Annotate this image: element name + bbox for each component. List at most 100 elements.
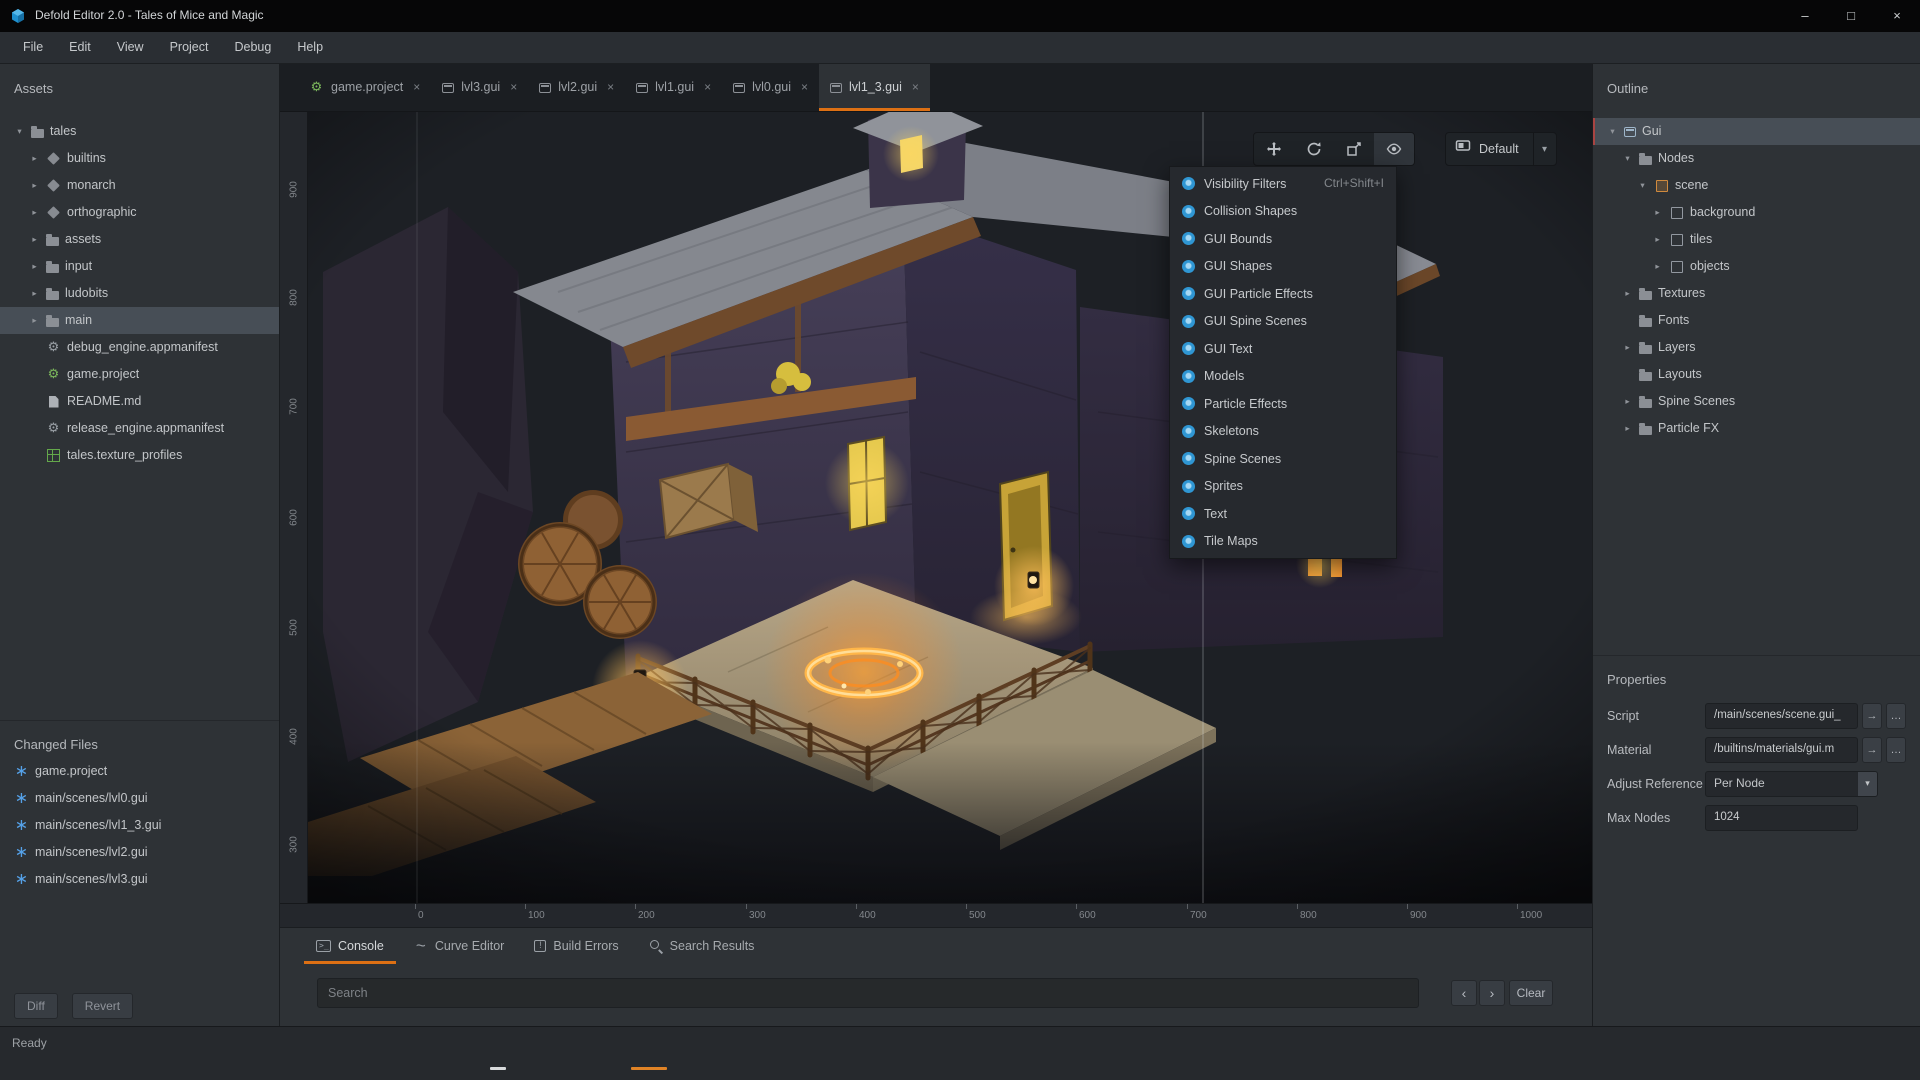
layout-select[interactable]: Default ▾: [1445, 132, 1557, 166]
outline-tree-item[interactable]: ▸ Spine Scenes: [1593, 388, 1920, 415]
editor-tab[interactable]: game.project ×: [298, 64, 431, 111]
editor-tab[interactable]: lvl1_3.gui ×: [819, 64, 930, 111]
expander-icon[interactable]: ▸: [29, 153, 40, 164]
visibility-filter-item[interactable]: GUI Bounds: [1170, 225, 1396, 253]
menu-item[interactable]: Debug: [221, 32, 284, 63]
visibility-filters-header-item[interactable]: Visibility Filters Ctrl+Shift+I: [1170, 170, 1396, 198]
search-prev-button[interactable]: ‹: [1451, 980, 1477, 1006]
toggle-on-icon[interactable]: [1182, 260, 1195, 273]
menu-item[interactable]: File: [10, 32, 56, 63]
asset-tree-item[interactable]: game.project: [0, 361, 279, 388]
outline-tree-item[interactable]: ▸ objects: [1593, 253, 1920, 280]
expander-icon[interactable]: ▸: [29, 315, 40, 326]
expander-icon[interactable]: ▾: [1607, 126, 1618, 137]
editor-tab[interactable]: lvl3.gui ×: [431, 64, 528, 111]
visibility-filters-button[interactable]: [1374, 133, 1414, 165]
bottom-tab[interactable]: Build Errors: [522, 928, 630, 964]
search-next-button[interactable]: ›: [1479, 980, 1505, 1006]
visibility-filter-item[interactable]: Particle Effects: [1170, 390, 1396, 418]
console-search-input[interactable]: [317, 978, 1419, 1008]
expander-icon[interactable]: ▸: [1652, 261, 1663, 272]
expander-icon[interactable]: ▾: [1637, 180, 1648, 191]
revert-button[interactable]: Revert: [72, 993, 133, 1019]
toggle-on-icon[interactable]: [1182, 507, 1195, 520]
max-nodes-field[interactable]: 1024: [1705, 805, 1858, 831]
changed-file-item[interactable]: main/scenes/lvl3.gui: [0, 866, 279, 893]
scale-tool-button[interactable]: [1334, 133, 1374, 165]
script-browse-resource-button[interactable]: …: [1886, 703, 1906, 729]
toggle-on-icon[interactable]: [1182, 177, 1195, 190]
asset-tree-item[interactable]: ▸ ludobits: [0, 280, 279, 307]
toggle-on-icon[interactable]: [1182, 397, 1195, 410]
diff-button[interactable]: Diff: [14, 993, 58, 1019]
changed-file-item[interactable]: game.project: [0, 758, 279, 785]
asset-tree-item[interactable]: ▸ monarch: [0, 172, 279, 199]
expander-icon[interactable]: ▸: [1622, 396, 1633, 407]
expander-icon[interactable]: ▸: [29, 288, 40, 299]
asset-tree-item[interactable]: ▾ tales: [0, 118, 279, 145]
asset-tree-item[interactable]: ▸ orthographic: [0, 199, 279, 226]
visibility-filter-item[interactable]: Spine Scenes: [1170, 445, 1396, 473]
move-tool-button[interactable]: [1254, 133, 1294, 165]
expander-icon[interactable]: ▸: [1622, 342, 1633, 353]
expander-icon[interactable]: ▸: [29, 261, 40, 272]
tab-close-icon[interactable]: ×: [413, 80, 420, 96]
expander-icon[interactable]: ▸: [29, 180, 40, 191]
asset-tree-item[interactable]: ▸ main: [0, 307, 279, 334]
asset-tree-item[interactable]: release_engine.appmanifest: [0, 415, 279, 442]
script-open-resource-button[interactable]: →: [1862, 703, 1882, 729]
visibility-filter-item[interactable]: GUI Spine Scenes: [1170, 308, 1396, 336]
outline-tree-item[interactable]: ▾ Nodes: [1593, 145, 1920, 172]
visibility-filter-item[interactable]: Collision Shapes: [1170, 198, 1396, 226]
chevron-down-icon[interactable]: ▾: [1857, 772, 1877, 796]
expander-icon[interactable]: ▸: [1652, 207, 1663, 218]
outline-tree-item[interactable]: Layouts: [1593, 361, 1920, 388]
toggle-on-icon[interactable]: [1182, 535, 1195, 548]
rotate-tool-button[interactable]: [1294, 133, 1334, 165]
toggle-on-icon[interactable]: [1182, 287, 1195, 300]
visibility-filter-item[interactable]: GUI Shapes: [1170, 253, 1396, 281]
toggle-on-icon[interactable]: [1182, 370, 1195, 383]
visibility-filter-item[interactable]: Tile Maps: [1170, 528, 1396, 556]
material-open-resource-button[interactable]: →: [1862, 737, 1882, 763]
toggle-on-icon[interactable]: [1182, 480, 1195, 493]
tab-close-icon[interactable]: ×: [510, 80, 517, 96]
clear-button[interactable]: Clear: [1509, 980, 1553, 1006]
expander-icon[interactable]: ▸: [29, 234, 40, 245]
expander-icon[interactable]: ▸: [1652, 234, 1663, 245]
editor-tab[interactable]: lvl1.gui ×: [625, 64, 722, 111]
visibility-filter-item[interactable]: GUI Text: [1170, 335, 1396, 363]
visibility-filter-item[interactable]: Text: [1170, 500, 1396, 528]
editor-tab[interactable]: lvl0.gui ×: [722, 64, 819, 111]
visibility-filter-item[interactable]: GUI Particle Effects: [1170, 280, 1396, 308]
outline-tree-item[interactable]: ▾ Gui: [1593, 118, 1920, 145]
tab-close-icon[interactable]: ×: [704, 80, 711, 96]
changed-file-item[interactable]: main/scenes/lvl1_3.gui: [0, 812, 279, 839]
toggle-on-icon[interactable]: [1182, 315, 1195, 328]
outline-tree-item[interactable]: Fonts: [1593, 307, 1920, 334]
menu-item[interactable]: Help: [284, 32, 336, 63]
asset-tree-item[interactable]: debug_engine.appmanifest: [0, 334, 279, 361]
expander-icon[interactable]: ▸: [1622, 288, 1633, 299]
material-resource-field[interactable]: /builtins/materials/gui.m: [1705, 737, 1858, 763]
bottom-tab[interactable]: Console: [304, 928, 396, 964]
maximize-button[interactable]: □: [1828, 0, 1874, 32]
asset-tree-item[interactable]: ▸ builtins: [0, 145, 279, 172]
toggle-on-icon[interactable]: [1182, 232, 1195, 245]
outline-tree-item[interactable]: ▸ Layers: [1593, 334, 1920, 361]
tab-close-icon[interactable]: ×: [912, 80, 919, 96]
outline-tree-item[interactable]: ▸ background: [1593, 199, 1920, 226]
menu-item[interactable]: View: [104, 32, 157, 63]
tab-close-icon[interactable]: ×: [801, 80, 808, 96]
toggle-on-icon[interactable]: [1182, 452, 1195, 465]
scene-viewport[interactable]: 900800700600500400300 010020030040050060…: [280, 112, 1592, 927]
changed-file-item[interactable]: main/scenes/lvl0.gui: [0, 785, 279, 812]
editor-tab[interactable]: lvl2.gui ×: [528, 64, 625, 111]
script-resource-field[interactable]: /main/scenes/scene.gui_: [1705, 703, 1858, 729]
material-browse-resource-button[interactable]: …: [1886, 737, 1906, 763]
bottom-tab[interactable]: Search Results: [637, 928, 767, 964]
scene-canvas[interactable]: [308, 112, 1592, 903]
tab-close-icon[interactable]: ×: [607, 80, 614, 96]
expander-icon[interactable]: ▸: [1622, 423, 1633, 434]
toggle-on-icon[interactable]: [1182, 425, 1195, 438]
